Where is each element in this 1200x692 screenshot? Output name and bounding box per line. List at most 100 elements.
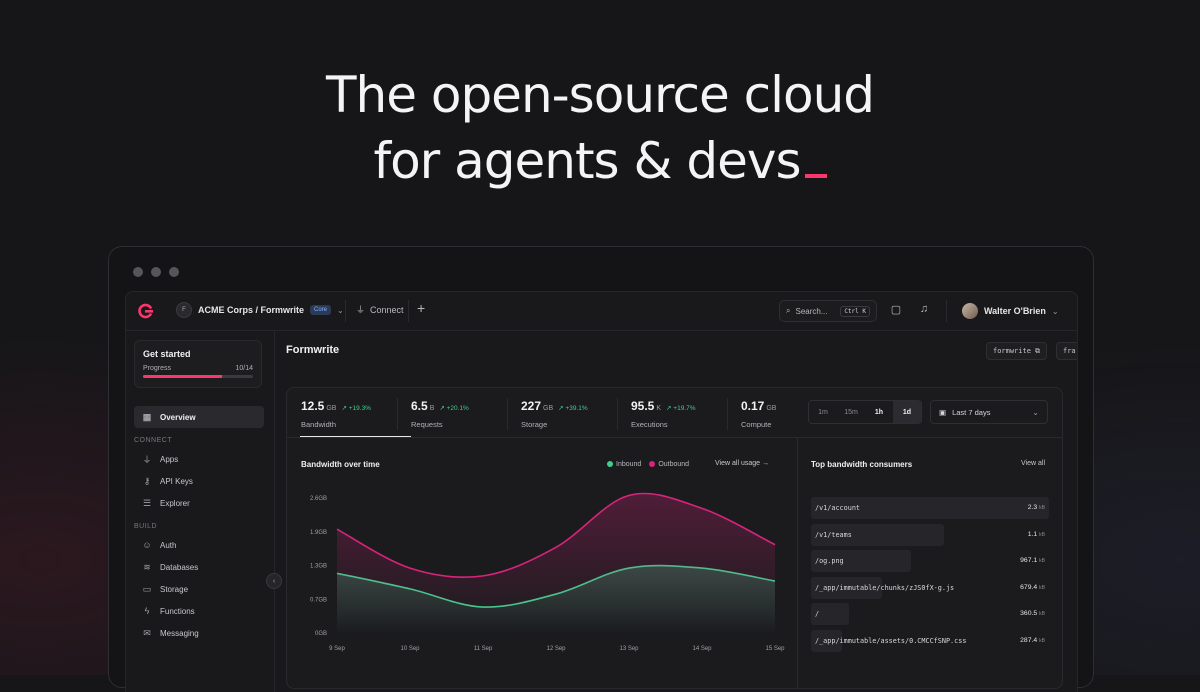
- search-icon: ⌕: [786, 306, 791, 315]
- appwrite-logo-icon[interactable]: [138, 303, 154, 319]
- sidebar-section-connect: CONNECT: [134, 437, 173, 444]
- sidebar-item-label: Overview: [160, 412, 196, 422]
- row-value: 287.4 kB: [1020, 637, 1045, 644]
- range-1h[interactable]: 1h: [865, 401, 893, 423]
- usage-panel: 12.5 GB ↗ +19.3% Bandwidth 6.5 B ↗ +20.1% Reque…: [286, 387, 1063, 689]
- chevron-down-icon: ⌄: [337, 305, 344, 315]
- key-icon: ⚷: [143, 475, 151, 486]
- endpoint-chip[interactable]: fra.cloud.appwrite.io/v1 ⧉: [1056, 342, 1077, 360]
- metric-number: 12.5: [301, 399, 325, 413]
- chart-title: Bandwidth over time: [301, 460, 380, 469]
- endpoint-url: fra.cloud.appwrite.io/v1: [1063, 347, 1077, 355]
- metric-unit: GB: [543, 405, 554, 412]
- sidebar-item-storage[interactable]: ▭ Storage: [134, 578, 264, 600]
- user-menu[interactable]: Walter O'Brien ⌄: [962, 303, 1059, 319]
- divider: [345, 300, 346, 322]
- row-path: /_app/immutable/chunks/zJS0fX-g.js: [815, 583, 955, 592]
- metric-bandwidth[interactable]: 12.5 GB ↗ +19.3% Bandwidth: [287, 388, 411, 438]
- date-range-select[interactable]: ▣ Last 7 days ⌄: [930, 400, 1048, 424]
- divider: [727, 398, 728, 430]
- metric-label: Compute: [741, 420, 772, 429]
- org-avatar: F: [176, 302, 192, 318]
- range-1m[interactable]: 1m: [809, 401, 837, 423]
- metric-change: ↗ +39.1%: [558, 405, 588, 412]
- plus-icon: +: [417, 300, 426, 316]
- window-controls: [133, 267, 179, 277]
- window-dot-close[interactable]: [133, 267, 143, 277]
- avatar: [962, 303, 978, 319]
- headline-line-1: The open-source cloud: [325, 66, 875, 124]
- row-path: /: [815, 610, 820, 618]
- sidebar-item-apps[interactable]: ⏚ Apps: [134, 448, 264, 470]
- table-row[interactable]: /_app/immutable/chunks/zJS0fX-g.js 679.4 k…: [811, 575, 1049, 602]
- sidebar-item-messaging[interactable]: ✉ Messaging: [134, 622, 264, 644]
- row-number: 360.5: [1020, 610, 1038, 617]
- sidebar-item-label: Messaging: [160, 628, 199, 638]
- legend-swatch: [649, 461, 656, 468]
- divider: [287, 437, 1062, 438]
- metric-label: Requests: [411, 420, 443, 429]
- x-tick-label: 10 Sep: [400, 646, 420, 652]
- date-range-value: Last 7 days: [952, 407, 991, 417]
- y-tick-label: 1.3GB: [310, 564, 327, 570]
- arrow-right-icon: →: [761, 460, 769, 467]
- view-all-consumers-link[interactable]: View all: [1021, 460, 1045, 467]
- chevron-down-icon: ⌄: [1051, 306, 1059, 316]
- browser-window: F ACME Corps / Formwrite Core ⌄ ⏚ Connec…: [108, 246, 1094, 692]
- project-id-chip[interactable]: formwrite ⧉: [986, 342, 1047, 360]
- metric-requests[interactable]: 6.5 B ↗ +20.1% Requests: [397, 388, 507, 438]
- metric-value: 227 GB ↗ +39.1%: [521, 399, 588, 413]
- legend-label: Inbound: [616, 461, 642, 468]
- sidebar-item-databases[interactable]: ≋ Databases: [134, 556, 264, 578]
- sidebar-item-functions[interactable]: ϟ Functions: [134, 600, 264, 622]
- y-tick-label: 1.9GB: [310, 530, 327, 536]
- feedback-icon[interactable]: ▢: [888, 303, 904, 319]
- row-unit: kB: [1039, 584, 1045, 591]
- metric-unit: GB: [326, 405, 337, 412]
- metric-storage[interactable]: 227 GB ↗ +39.1% Storage: [507, 388, 617, 438]
- metric-executions[interactable]: 95.5 K ↗ +19.7% Executions: [617, 388, 727, 438]
- sidebar-nav: ▦ Overview CONNECT ⏚ Apps ⚷ API Keys ☰ Explore…: [134, 406, 264, 644]
- headline-line-2: for agents & devs: [0, 128, 1200, 194]
- sidebar-item-overview[interactable]: ▦ Overview: [134, 406, 264, 428]
- add-button[interactable]: +: [417, 300, 425, 316]
- sidebar: Get started Progress 10/14 ▦ Overview CO…: [126, 330, 275, 692]
- table-row[interactable]: /_app/immutable/assets/0.CMCCfSNP.css 287…: [811, 628, 1049, 655]
- chevron-left-icon: ‹: [272, 577, 276, 585]
- sidebar-item-label: Apps: [160, 454, 179, 464]
- view-all-usage-link[interactable]: View all usage →: [715, 460, 769, 467]
- consumers-title: Top bandwidth consumers: [811, 460, 913, 469]
- table-row[interactable]: /v1/teams 1.1 kB: [811, 522, 1049, 549]
- headset-icon[interactable]: ♫: [916, 303, 932, 319]
- sidebar-item-api-keys[interactable]: ⚷ API Keys: [134, 470, 264, 492]
- sidebar-item-label: Functions: [160, 606, 195, 616]
- collapse-sidebar-button[interactable]: ‹: [266, 573, 282, 589]
- message-icon: ✉: [143, 627, 151, 638]
- table-row[interactable]: /og.png 967.1 kB: [811, 548, 1049, 575]
- get-started-card[interactable]: Get started Progress 10/14: [134, 340, 262, 388]
- table-row[interactable]: / 360.5 kB: [811, 601, 1049, 628]
- divider: [946, 300, 947, 322]
- sidebar-item-auth[interactable]: ☺ Auth: [134, 534, 264, 556]
- row-path: /_app/immutable/assets/0.CMCCfSNP.css: [815, 636, 967, 645]
- org-project-switcher[interactable]: F ACME Corps / Formwrite Core ⌄: [176, 302, 344, 318]
- window-dot-minimize[interactable]: [151, 267, 161, 277]
- sidebar-item-label: Explorer: [160, 498, 190, 508]
- window-dot-maximize[interactable]: [169, 267, 179, 277]
- sidebar-item-explorer[interactable]: ☰ Explorer: [134, 492, 264, 514]
- metric-number: 227: [521, 399, 542, 413]
- time-range-toggle: 1m 15m 1h 1d: [808, 400, 922, 424]
- metric-value: 95.5 K ↗ +19.7%: [631, 399, 696, 413]
- range-1d[interactable]: 1d: [893, 401, 921, 423]
- range-15m[interactable]: 15m: [837, 401, 865, 423]
- sidebar-item-label: API Keys: [160, 476, 193, 486]
- metric-value: 0.17 GB: [741, 399, 776, 413]
- hero-headline: The open-source cloud for agents & devs: [0, 62, 1200, 194]
- list-tree-icon: ☰: [142, 497, 152, 508]
- bolt-icon: ϟ: [144, 606, 150, 616]
- table-row[interactable]: /v1/account 2.3 kB: [811, 495, 1049, 522]
- y-tick-label: 2.6GB: [310, 496, 327, 502]
- connect-button[interactable]: ⏚ Connect: [356, 303, 404, 316]
- folder-icon: ▭: [142, 583, 152, 594]
- search-input[interactable]: ⌕ Search... Ctrl K: [779, 300, 877, 322]
